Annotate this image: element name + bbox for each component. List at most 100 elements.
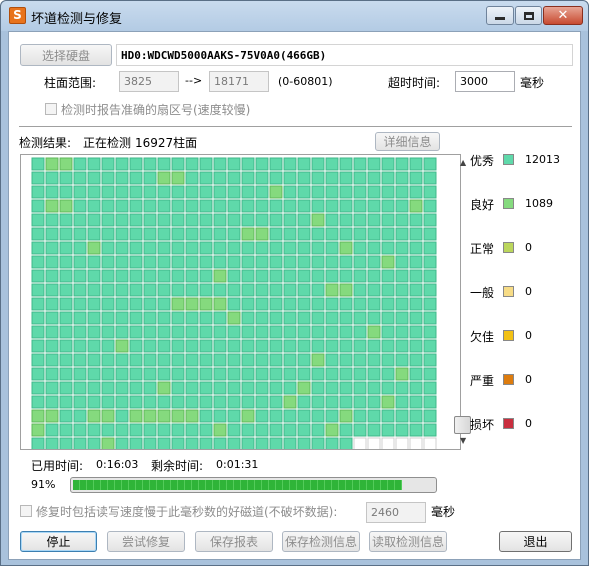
scroll-down-arrow-icon[interactable]: ▼ xyxy=(460,436,466,445)
sector-cell-excellent xyxy=(241,297,255,311)
sector-cell-excellent xyxy=(227,213,241,227)
sector-cell-good xyxy=(129,409,143,423)
sector-cell-excellent xyxy=(381,171,395,185)
sector-cell-excellent xyxy=(241,199,255,213)
sector-cell-excellent xyxy=(269,171,283,185)
sector-cell-excellent xyxy=(423,381,437,395)
report-sector-checkbox[interactable] xyxy=(45,103,57,115)
sector-cell-excellent xyxy=(73,213,87,227)
sector-cell-excellent xyxy=(423,325,437,339)
sector-cell-excellent xyxy=(87,199,101,213)
detail-info-button[interactable]: 详细信息 xyxy=(375,132,440,151)
sector-cell-excellent xyxy=(115,241,129,255)
sector-cell-excellent xyxy=(367,157,381,171)
sector-cell-excellent xyxy=(227,353,241,367)
sector-cell-excellent xyxy=(283,339,297,353)
sector-cell-good xyxy=(227,311,241,325)
sector-cell-excellent xyxy=(129,157,143,171)
sector-cell-excellent xyxy=(31,255,45,269)
sector-cell-pending xyxy=(395,437,409,449)
scrollbar-thumb[interactable] xyxy=(454,416,471,434)
sector-cell-excellent xyxy=(87,185,101,199)
sector-cell-excellent xyxy=(311,297,325,311)
sector-cell-excellent xyxy=(101,367,115,381)
sector-cell-excellent xyxy=(311,269,325,283)
sector-cell-excellent xyxy=(213,311,227,325)
legend-count: 0 xyxy=(525,373,532,386)
sector-cell-excellent xyxy=(185,241,199,255)
sector-cell-excellent xyxy=(255,437,269,449)
sector-cell-excellent xyxy=(143,423,157,437)
repair-threshold-unit: 毫秒 xyxy=(431,505,456,519)
stop-button[interactable]: 停止 xyxy=(20,531,97,552)
sector-cell-excellent xyxy=(297,185,311,199)
legend-swatch xyxy=(503,154,514,165)
sector-cell-excellent xyxy=(353,171,367,185)
sector-cell-excellent xyxy=(45,353,59,367)
minimize-button[interactable] xyxy=(486,6,514,25)
sector-cell-excellent xyxy=(31,437,45,449)
title-bar[interactable]: S 坏道检测与修复 ✕ xyxy=(1,1,588,31)
scroll-up-arrow-icon[interactable]: ▲ xyxy=(460,158,466,167)
close-button[interactable]: ✕ xyxy=(543,6,583,25)
sector-cell-excellent xyxy=(213,395,227,409)
sector-cell-excellent xyxy=(269,437,283,449)
repair-slow-checkbox[interactable] xyxy=(20,505,32,517)
exit-button[interactable]: 退出 xyxy=(499,531,572,552)
sector-cell-excellent xyxy=(283,381,297,395)
sector-cell-excellent xyxy=(269,367,283,381)
sector-cell-excellent xyxy=(227,269,241,283)
sector-cell-excellent xyxy=(157,185,171,199)
save-report-button[interactable]: 保存报表 xyxy=(195,531,273,552)
sector-cell-excellent xyxy=(339,395,353,409)
sector-cell-excellent xyxy=(73,409,87,423)
sector-cell-excellent xyxy=(255,171,269,185)
sector-cell-excellent xyxy=(241,255,255,269)
select-disk-button[interactable]: 选择硬盘 xyxy=(20,44,112,66)
load-info-button[interactable]: 读取检测信息 xyxy=(369,531,447,552)
sector-cell-excellent xyxy=(367,213,381,227)
sector-cell-excellent xyxy=(311,157,325,171)
sector-cell-excellent xyxy=(213,171,227,185)
sector-cell-excellent xyxy=(311,437,325,449)
sector-cell-excellent xyxy=(185,199,199,213)
sector-cell-excellent xyxy=(325,437,339,449)
sector-cell-excellent xyxy=(45,297,59,311)
sector-cell-excellent xyxy=(339,157,353,171)
save-info-button[interactable]: 保存检测信息 xyxy=(282,531,360,552)
sector-cell-excellent xyxy=(185,423,199,437)
cylinder-start-field[interactable]: 3825 xyxy=(119,71,179,92)
sector-cell-excellent xyxy=(255,325,269,339)
cylinder-end-field[interactable]: 18171 xyxy=(209,71,269,92)
sector-cell-good xyxy=(199,297,213,311)
sector-map: ▲ ▼ xyxy=(20,154,471,450)
sector-cell-excellent xyxy=(59,423,73,437)
sector-cell-excellent xyxy=(241,339,255,353)
sector-cell-excellent xyxy=(59,325,73,339)
sector-cell-excellent xyxy=(45,395,59,409)
sector-cell-excellent xyxy=(269,353,283,367)
sector-cell-good xyxy=(59,199,73,213)
sector-cell-excellent xyxy=(227,395,241,409)
sector-cell-excellent xyxy=(45,171,59,185)
try-repair-button[interactable]: 尝试修复 xyxy=(107,531,185,552)
sector-cell-excellent xyxy=(395,297,409,311)
sector-cell-good xyxy=(311,353,325,367)
sector-cell-excellent xyxy=(129,437,143,449)
sector-cell-excellent xyxy=(381,381,395,395)
sector-cell-excellent xyxy=(199,269,213,283)
timeout-input[interactable]: 3000 xyxy=(455,71,515,92)
sector-cell-excellent xyxy=(31,353,45,367)
legend-count: 0 xyxy=(525,329,532,342)
sector-cell-excellent xyxy=(241,241,255,255)
sector-cell-excellent xyxy=(101,157,115,171)
maximize-button[interactable] xyxy=(515,6,542,25)
sector-cell-excellent xyxy=(353,339,367,353)
sector-cell-excellent xyxy=(101,297,115,311)
sector-cell-excellent xyxy=(367,269,381,283)
repair-threshold-field[interactable]: 2460 xyxy=(366,502,426,523)
sector-cell-excellent xyxy=(31,297,45,311)
sector-cell-excellent xyxy=(101,353,115,367)
sector-cell-excellent xyxy=(31,157,45,171)
sector-cell-excellent xyxy=(143,339,157,353)
